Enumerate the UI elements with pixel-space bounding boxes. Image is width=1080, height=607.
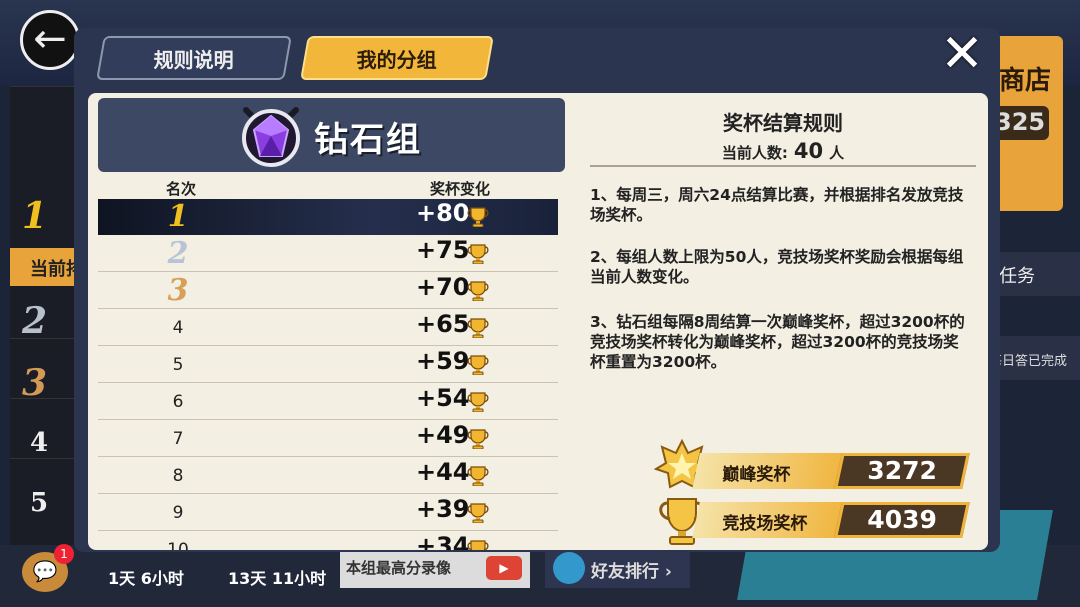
rank-column-header: 名次	[166, 180, 197, 198]
table-row: 2 +75	[98, 236, 558, 272]
record-button[interactable]: 本组最高分录像 ▶	[340, 550, 530, 588]
trophy-icon	[467, 503, 489, 523]
rank-reward-table[interactable]: 1 +80 2 +75 3 +70 4 +65 5 +59 6 +54 7 +49 8 +44 9 +39 10 +3…	[98, 199, 558, 550]
group-header: 钻石组	[98, 98, 565, 172]
table-row: 1 +80	[98, 199, 558, 235]
trophy-change: +65	[416, 310, 470, 338]
trophy-icon	[467, 281, 489, 301]
tab-rules-label: 规则说明	[153, 48, 234, 72]
tab-rules[interactable]: 规则说明	[96, 36, 292, 80]
trophy-icon	[467, 466, 489, 486]
rank-number: 1	[167, 199, 189, 234]
friends-ranking-label: 好友排行	[591, 562, 659, 582]
diamond-gem-icon	[242, 107, 300, 167]
background-rank-2: 2	[22, 300, 48, 342]
friends-ranking-button[interactable]: 好友排行 ›	[545, 548, 690, 588]
peak-trophy-label: 巅峰奖杯	[722, 465, 791, 485]
trophy-change: +75	[416, 236, 470, 264]
trophy-change: +49	[416, 421, 470, 449]
rule-item-2: 2、每组人数上限为50人，竞技场奖杯奖励会根据每组当前人数变化。	[590, 248, 964, 286]
trophy-column-header: 奖杯变化	[430, 180, 491, 198]
member-count-label: 当前人数:	[721, 144, 788, 162]
trophy-icon	[467, 355, 489, 375]
rules-title: 奖杯结算规则	[723, 111, 843, 135]
arena-trophy-label: 竞技场奖杯	[722, 514, 808, 534]
shop-label: 商店	[999, 66, 1052, 96]
content-panel: 钻石组 名次 奖杯变化 1 +80 2 +75 3 +70 4 +65 5 +59 6 +54 7 +49…	[88, 93, 988, 550]
arena-trophy-stat: 竞技场奖杯 4039	[692, 502, 970, 538]
background-rank-3: 3	[22, 362, 48, 404]
tab-my-group-label: 我的分组	[356, 48, 437, 72]
close-icon[interactable]: ✕	[934, 28, 990, 84]
chat-badge: 1	[54, 544, 74, 564]
chevron-right-icon: ›	[664, 562, 672, 582]
table-row: 7 +49	[98, 421, 558, 457]
rank-number: 2	[167, 236, 189, 271]
rank-number: 10	[167, 540, 189, 550]
trophy-icon	[467, 392, 489, 412]
rank-number: 8	[172, 466, 184, 486]
trophy-icon	[467, 429, 489, 449]
rank-number: 3	[167, 273, 189, 308]
tab-my-group[interactable]: 我的分组	[300, 36, 494, 80]
trophy-change: +34	[416, 532, 470, 550]
member-count-unit: 人	[829, 144, 845, 162]
table-row: 10 +34	[98, 532, 558, 550]
table-row: 4 +65	[98, 310, 558, 346]
table-row: 3 +70	[98, 273, 558, 309]
member-count-value: 40	[793, 139, 824, 163]
divider	[590, 165, 976, 167]
table-row: 5 +59	[98, 347, 558, 383]
member-count: 当前人数: 40 人	[590, 139, 976, 163]
background-rank-1: 1	[22, 195, 48, 237]
trophy-change: +70	[416, 273, 470, 301]
rank-number: 6	[172, 392, 184, 412]
peak-trophy-value: 3272	[867, 456, 937, 485]
group-title: 钻石组	[314, 120, 422, 160]
trophy-icon	[467, 207, 489, 227]
friend-avatar-icon	[553, 552, 585, 584]
trophy-change: +39	[416, 495, 470, 523]
trophy-change: +59	[416, 347, 470, 375]
rank-number: 4	[172, 318, 184, 338]
trophy-change: +80	[416, 199, 470, 227]
table-row: 6 +54	[98, 384, 558, 420]
settle-countdown-1: 1天 6小时	[108, 569, 184, 588]
table-row: 8 +44	[98, 458, 558, 494]
peak-trophy-stat: 巅峰奖杯 3272	[692, 453, 970, 489]
rule-item-1: 1、每周三，周六24点结算比赛，并根据排名发放竞技场奖杯。	[590, 186, 964, 224]
background-rank-4: 4	[30, 428, 49, 458]
rank-number: 7	[172, 429, 184, 449]
arena-trophy-value: 4039	[867, 505, 937, 534]
background-rank-5: 5	[30, 488, 49, 518]
trophy-icon	[467, 244, 489, 264]
settle-countdown-2: 13天 11小时	[228, 569, 327, 588]
rank-number: 9	[172, 503, 184, 523]
trophy-icon	[467, 318, 489, 338]
trophy-change: +44	[416, 458, 470, 486]
record-button-label: 本组最高分录像	[346, 559, 452, 577]
table-row: 9 +39	[98, 495, 558, 531]
trophy-icon	[467, 540, 489, 550]
rule-item-3: 3、钻石组每隔8周结算一次巅峰奖杯，超过3200杯的竞技场奖杯转化为巅峰奖杯，超…	[590, 313, 965, 371]
rank-number: 5	[172, 355, 184, 375]
play-icon: ▶	[486, 556, 522, 580]
trophy-change: +54	[416, 384, 470, 412]
back-arrow-icon[interactable]: ←	[20, 10, 80, 70]
